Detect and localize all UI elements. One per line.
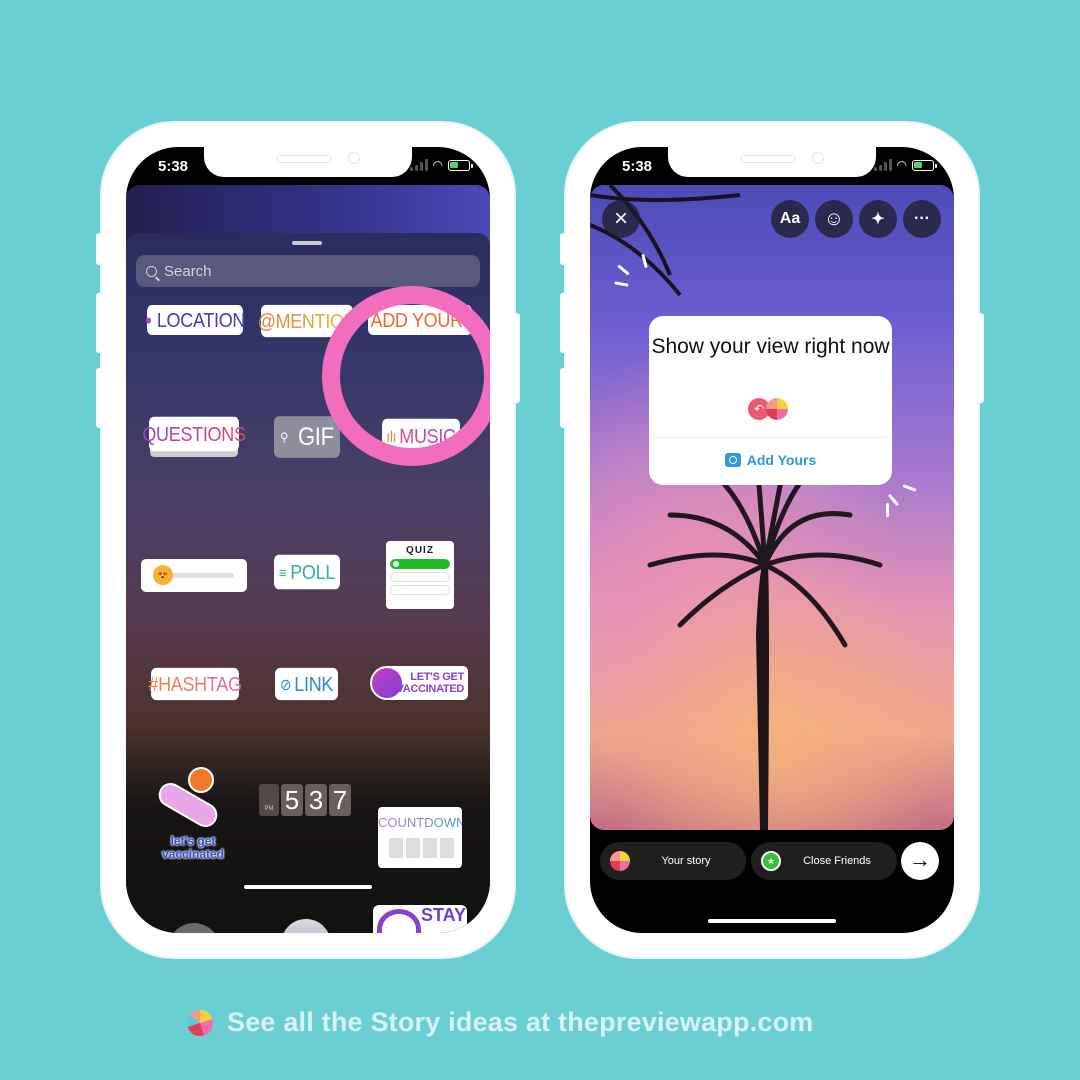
- sparkle-mark: [886, 503, 889, 517]
- next-button[interactable]: →: [901, 842, 939, 880]
- your-story-button[interactable]: Your story: [600, 842, 746, 880]
- add-yours-prompt: Show your view right now: [651, 335, 890, 358]
- close-friends-button[interactable]: ★ Close Friends: [751, 842, 897, 880]
- notch: [204, 147, 412, 177]
- countdown-sticker[interactable]: COUNTDOWN: [378, 807, 466, 868]
- volume-down-button: [96, 368, 102, 428]
- participant-avatars: ↶: [748, 398, 788, 420]
- your-story-avatar-icon: [610, 851, 630, 871]
- time-digit: 5: [281, 784, 303, 816]
- wifi-icon: ◠: [896, 158, 907, 172]
- star-icon: ★: [761, 851, 781, 871]
- lets-get-vaccinated-sticker[interactable]: LET'S GET VACCINATED: [370, 666, 468, 700]
- heart-eyes-emoji-icon: 😍: [153, 565, 173, 585]
- quiz-option: [390, 585, 450, 595]
- gif-search-icon: ⚲: [280, 430, 288, 445]
- status-time: 5:38: [158, 158, 189, 175]
- preview-app-logo-icon: [187, 1009, 213, 1036]
- search-icon: [146, 265, 157, 277]
- card-divider: [649, 437, 892, 438]
- sticker-icon: ☺: [823, 207, 845, 230]
- status-icons: ◠: [409, 158, 473, 172]
- hashtag-sticker[interactable]: #HASHTAG: [148, 667, 242, 701]
- signal-icon: [409, 159, 428, 171]
- palm-tree-silhouette: [590, 185, 883, 830]
- time-am-pm: PM: [259, 784, 279, 816]
- more-options-button[interactable]: ···: [903, 200, 941, 238]
- add-yours-action[interactable]: Add Yours: [649, 452, 892, 468]
- sticker-tool-button[interactable]: ☺: [815, 200, 853, 238]
- poll-lines-icon: ≡: [278, 563, 287, 581]
- volume-down-button: [560, 368, 566, 428]
- right-phone-frame: 5:38 ◠ × Aa ☺ ✦ ··· Show your view right…: [560, 123, 984, 957]
- story-photo-palm-sunset: [590, 185, 954, 830]
- wifi-icon: ◠: [432, 158, 443, 172]
- text-tool-button[interactable]: Aa: [771, 200, 809, 238]
- add-yours-card[interactable]: Show your view right now ↶ Add Yours: [649, 316, 892, 485]
- time-digit: 3: [305, 784, 327, 816]
- countdown-label: COUNTDOWN: [378, 815, 466, 830]
- stay-home-sticker[interactable]: STAY: [373, 905, 467, 933]
- arrow-right-icon: →: [909, 847, 931, 872]
- right-phone-screen: 5:38 ◠ × Aa ☺ ✦ ··· Show your view right…: [590, 147, 954, 933]
- quiz-title: QUIZ: [406, 545, 434, 556]
- status-icons: ◠: [873, 158, 937, 172]
- location-pin-icon: ●: [144, 311, 152, 329]
- vaccinated-bandage-sticker[interactable]: let's get vaccinated: [148, 765, 238, 865]
- power-button: [978, 313, 984, 403]
- vaccinated-art-text: let's get vaccinated: [161, 834, 225, 861]
- signal-icon: [873, 159, 892, 171]
- flower-icon: [188, 767, 214, 793]
- questions-sticker[interactable]: QUESTIONS: [142, 416, 246, 452]
- mute-switch: [96, 233, 102, 265]
- heart-badge-icon: [372, 668, 402, 698]
- volume-up-button: [560, 293, 566, 353]
- left-phone-frame: 5:38 ◠ Search ● LOCATION @MENTION ADD YO…: [96, 123, 520, 957]
- battery-icon: [912, 159, 937, 171]
- mute-switch: [560, 233, 566, 265]
- home-indicator[interactable]: [244, 885, 372, 889]
- poll-sticker[interactable]: ≡ POLL: [274, 554, 340, 590]
- quiz-option: [390, 572, 450, 582]
- volume-up-button: [96, 293, 102, 353]
- countdown-boxes: [389, 838, 454, 858]
- more-icon: ···: [914, 210, 930, 227]
- avatar: [766, 398, 788, 420]
- quiz-option-correct: [390, 559, 450, 569]
- link-sticker[interactable]: ⊘ LINK: [275, 667, 338, 701]
- footer-banner: See all the Story ideas at thepreviewapp…: [187, 1007, 814, 1038]
- left-phone-screen: 5:38 ◠ Search ● LOCATION @MENTION ADD YO…: [126, 147, 490, 933]
- location-sticker[interactable]: ● LOCATION: [144, 305, 245, 335]
- home-indicator[interactable]: [708, 919, 836, 923]
- close-button[interactable]: ×: [602, 200, 640, 238]
- drag-handle[interactable]: [292, 241, 322, 245]
- gif-sticker[interactable]: ⚲ GIF: [274, 416, 340, 458]
- search-placeholder: Search: [164, 262, 212, 280]
- status-time: 5:38: [622, 158, 653, 175]
- notch: [668, 147, 876, 177]
- power-button: [514, 313, 520, 403]
- slider-track: [169, 573, 234, 578]
- emoji-slider-sticker[interactable]: 😍: [141, 559, 247, 592]
- camera-icon: [724, 453, 741, 467]
- close-icon: ×: [613, 205, 628, 232]
- time-digit: 7: [329, 784, 351, 816]
- time-sticker[interactable]: PM 5 3 7: [259, 784, 351, 816]
- sticker-search-input[interactable]: Search: [136, 255, 480, 287]
- link-icon: ⊘: [279, 674, 292, 693]
- highlight-circle: [322, 286, 490, 466]
- footer-text[interactable]: See all the Story ideas at thepreviewapp…: [227, 1007, 814, 1038]
- effects-button[interactable]: ✦: [859, 200, 897, 238]
- sparkles-icon: ✦: [871, 211, 885, 228]
- quiz-sticker[interactable]: QUIZ: [386, 541, 454, 609]
- battery-icon: [448, 159, 473, 171]
